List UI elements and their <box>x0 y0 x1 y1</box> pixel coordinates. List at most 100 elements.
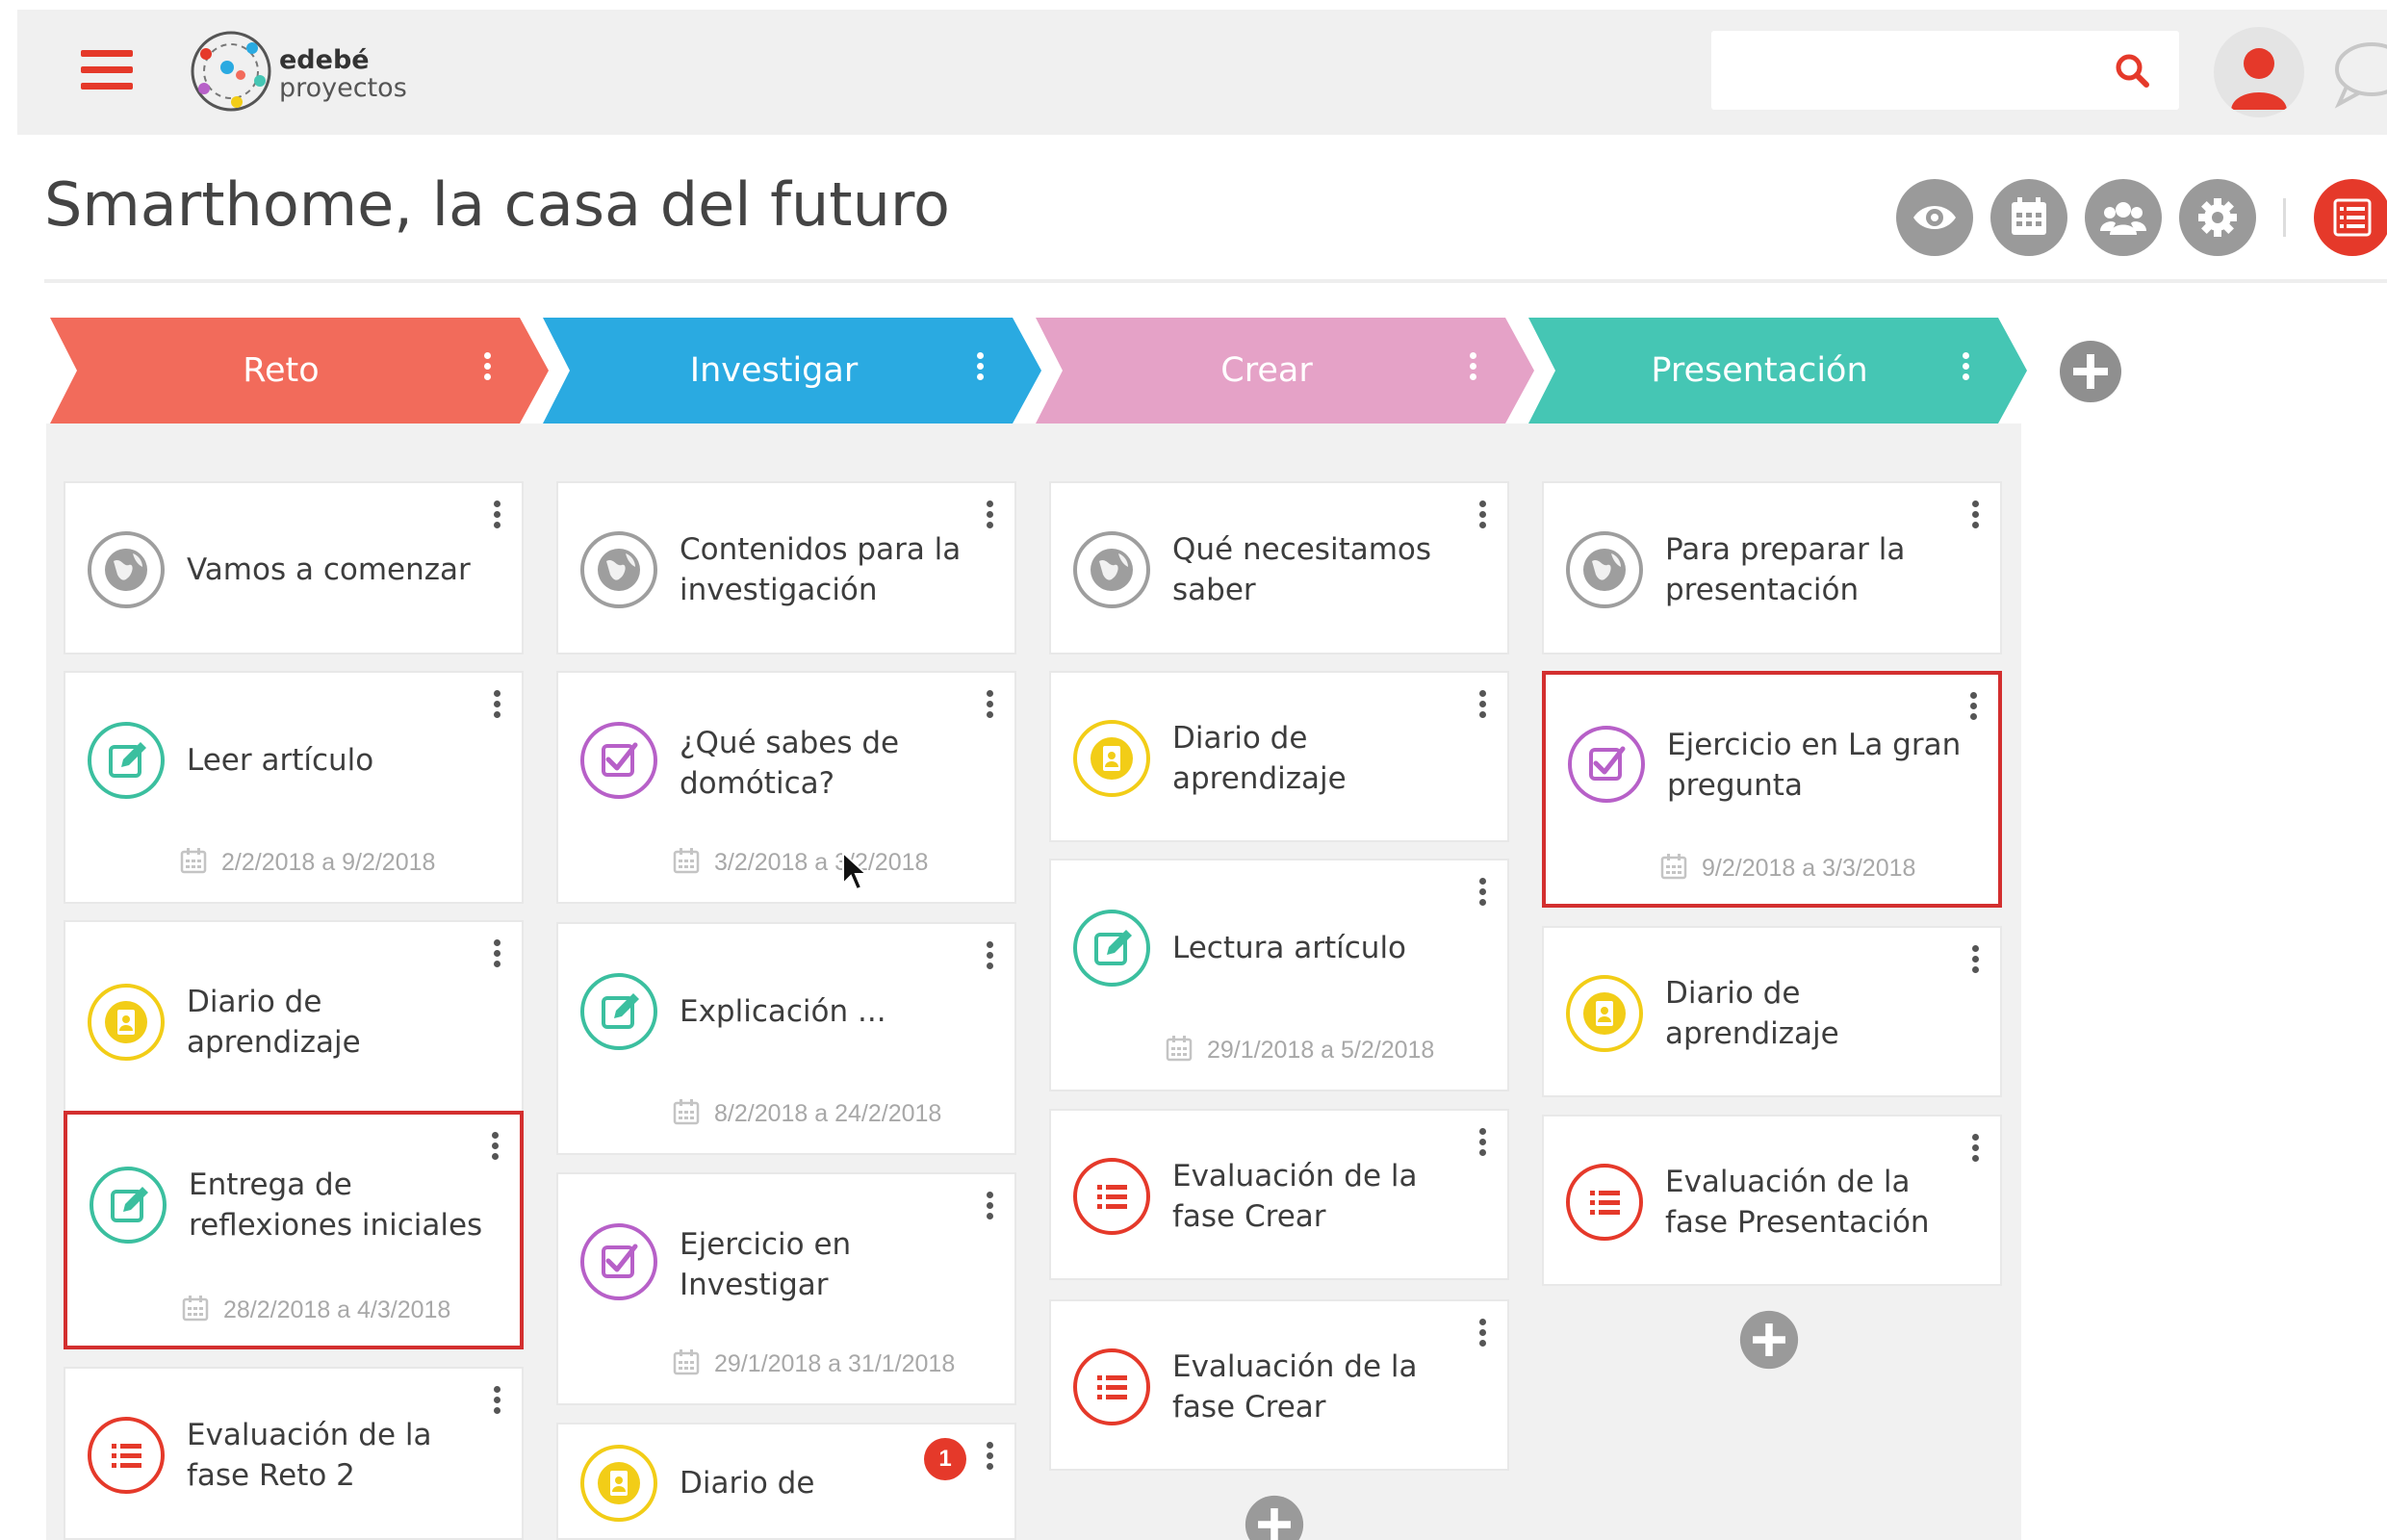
logo-mark-icon <box>191 31 271 112</box>
activity-type-icon <box>85 528 167 611</box>
globe-icon <box>580 531 657 608</box>
activity-type-icon <box>1070 907 1153 989</box>
activity-card[interactable]: Qué necesitamos saber <box>1049 481 1509 654</box>
activity-card[interactable]: Diario de aprendizaje <box>1542 926 2002 1097</box>
list-icon <box>1566 1164 1643 1241</box>
chat-button[interactable] <box>2325 31 2387 112</box>
calendar-icon <box>673 1099 700 1125</box>
edit-note-icon <box>1073 910 1150 987</box>
activity-card[interactable]: Evaluación de la fase Crear <box>1049 1299 1509 1471</box>
activity-card[interactable]: Evaluación de la fase Reto 2 <box>64 1367 524 1540</box>
card-title: Evaluación de la fase Reto 2 <box>187 1418 432 1493</box>
activity-card[interactable]: Lectura artículo 29/1/2018 a 5/2/2018 <box>1049 859 1509 1091</box>
globe-icon <box>1566 531 1643 608</box>
card-date-range: 28/2/2018 a 4/3/2018 <box>181 1294 510 1324</box>
calendar-button[interactable] <box>1990 179 2067 256</box>
activity-type-icon <box>1563 528 1646 611</box>
column-menu-icon[interactable] <box>1954 352 1977 391</box>
hamburger-menu-icon[interactable] <box>81 50 133 94</box>
activity-card[interactable]: Diario de aprendizaje <box>1049 671 1509 842</box>
edit-note-icon <box>90 1167 167 1244</box>
activity-type-icon <box>578 970 660 1053</box>
activity-card[interactable]: Explicación ... 8/2/2018 a 24/2/2018 <box>556 922 1016 1155</box>
list-view-button[interactable] <box>2314 179 2387 256</box>
activity-card[interactable]: Para preparar la presentación <box>1542 481 2002 654</box>
card-menu-icon[interactable] <box>487 690 506 725</box>
activity-type-icon <box>85 719 167 802</box>
calendar-icon <box>673 848 700 874</box>
calendar-icon <box>182 1296 209 1322</box>
add-column-button[interactable] <box>2058 339 2123 404</box>
activity-type-icon <box>1563 1161 1646 1244</box>
plus-circle-icon <box>1739 1310 1799 1370</box>
activity-card[interactable]: Ejercicio en Investigar 29/1/2018 a 31/1… <box>556 1172 1016 1405</box>
page-title: Smarthome, la casa del futuro <box>44 169 950 240</box>
card-menu-icon[interactable] <box>487 939 506 974</box>
activity-type-icon <box>1070 528 1153 611</box>
settings-button[interactable] <box>2179 179 2256 256</box>
edebe-logo[interactable]: edebé proyectos <box>185 23 464 119</box>
activity-card[interactable]: Entrega de reflexiones iniciales 28/2/20… <box>64 1111 524 1349</box>
search-icon <box>2116 54 2149 88</box>
calendar-icon <box>1166 1036 1193 1062</box>
card-title: Para preparar la presentación <box>1665 532 1906 607</box>
add-activity-button[interactable] <box>1244 1494 1305 1540</box>
globe-icon <box>88 531 165 608</box>
card-menu-icon[interactable] <box>1964 692 1983 727</box>
column-header-investigar[interactable]: Investigar <box>543 318 1041 424</box>
activity-card[interactable]: Vamos a comenzar <box>64 481 524 654</box>
card-title: Qué necesitamos saber <box>1172 532 1432 607</box>
activity-type-icon <box>578 528 660 611</box>
team-button[interactable] <box>2085 179 2162 256</box>
activity-type-icon <box>1070 1346 1153 1428</box>
card-title: Diario de aprendizaje <box>1172 721 1347 796</box>
activity-card[interactable]: Diario de aprendizaje <box>64 920 524 1120</box>
activity-card[interactable]: Contenidos para la investigación <box>556 481 1016 654</box>
card-menu-icon[interactable] <box>487 500 506 535</box>
column-menu-icon[interactable] <box>1461 352 1484 391</box>
card-title: Diario de aprendizaje <box>1665 976 1839 1051</box>
card-menu-icon[interactable] <box>980 690 999 725</box>
card-date-range: 29/1/2018 a 5/2/2018 <box>1165 1034 1498 1065</box>
column-menu-icon[interactable] <box>475 352 499 391</box>
card-date-text: 28/2/2018 a 4/3/2018 <box>223 1296 451 1323</box>
card-title: Vamos a comenzar <box>187 552 471 587</box>
column-title: Presentación <box>1651 351 1868 390</box>
card-menu-icon[interactable] <box>980 1192 999 1226</box>
logo-line-1: edebé <box>279 45 370 75</box>
edit-note-icon <box>88 722 165 799</box>
card-title: Evaluación de la fase Crear <box>1172 1349 1418 1424</box>
activity-card[interactable]: Ejercicio en La gran pregunta 9/2/2018 a… <box>1542 671 2002 908</box>
list-icon <box>1073 1348 1150 1425</box>
column-header-reto[interactable]: Reto <box>50 318 549 424</box>
search-button[interactable] <box>2106 46 2160 94</box>
view-button[interactable] <box>1896 179 1973 256</box>
card-date-text: 3/2/2018 a 3/2/2018 <box>714 849 929 876</box>
activity-card[interactable]: Leer artículo 2/2/2018 a 9/2/2018 <box>64 671 524 904</box>
add-activity-button[interactable] <box>1738 1309 1800 1371</box>
search-input[interactable] <box>1711 31 2096 110</box>
activity-card[interactable]: Evaluación de la fase Crear <box>1049 1109 1509 1280</box>
activity-type-icon <box>1563 972 1646 1055</box>
calendar-icon <box>180 848 207 874</box>
list-icon <box>88 1417 165 1494</box>
card-date-range: 29/1/2018 a 31/1/2018 <box>672 1348 1005 1378</box>
activity-card[interactable]: ¿Qué sabes de domótica? 3/2/2018 a 3/2/2… <box>556 671 1016 904</box>
activity-card[interactable]: Diario de 1 <box>556 1423 1016 1540</box>
checkbox-icon <box>1568 726 1645 803</box>
card-date-range: 3/2/2018 a 3/2/2018 <box>672 846 1005 877</box>
card-date-text: 2/2/2018 a 9/2/2018 <box>221 849 436 876</box>
card-menu-icon[interactable] <box>485 1132 504 1167</box>
column-menu-icon[interactable] <box>968 352 991 391</box>
column-header-presentacion[interactable]: Presentación <box>1528 318 2027 424</box>
card-menu-icon[interactable] <box>980 941 999 976</box>
card-date-range: 8/2/2018 a 24/2/2018 <box>672 1097 1005 1128</box>
user-avatar[interactable] <box>2214 27 2304 117</box>
logo-wordmark: edebé proyectos <box>279 46 407 102</box>
plus-circle-icon <box>1245 1495 1304 1540</box>
calendar-icon <box>1660 854 1687 880</box>
column-header-crear[interactable]: Crear <box>1036 318 1534 424</box>
activity-card[interactable]: Evaluación de la fase Presentación <box>1542 1115 2002 1286</box>
card-title: Explicación ... <box>680 994 886 1029</box>
card-menu-icon[interactable] <box>1473 878 1492 912</box>
